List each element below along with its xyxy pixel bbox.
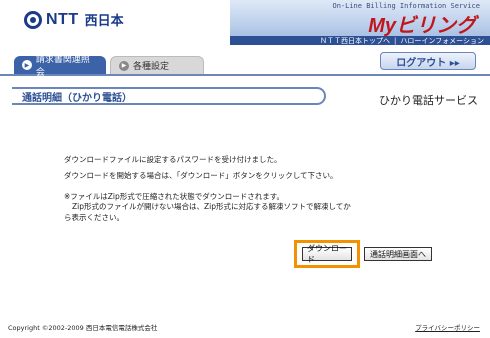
arrow-right-icon: ▶ — [119, 60, 129, 71]
page-title: 通話明細（ひかり電話） — [12, 87, 326, 105]
footer: Copyright ©2002-2009 西日本電信電話株式会社 プライバシーポ… — [0, 318, 490, 338]
download-button-highlight: ダウンロード — [294, 240, 360, 268]
message-download-instruction: ダウンロードを開始する場合は、「ダウンロード」ボタンをクリックして下さい。 — [64, 171, 338, 180]
download-button[interactable]: ダウンロード — [302, 244, 352, 264]
message-password-accepted: ダウンロードファイルに設定するパスワードを受け付けました。 — [64, 155, 282, 164]
tab-settings[interactable]: ▶ 各種設定 — [110, 56, 204, 74]
privacy-policy-link[interactable]: プライバシーポリシー — [415, 322, 480, 332]
header: NTT 西日本 On-Line Billing Information Serv… — [0, 0, 490, 45]
tab-billing-inquiry[interactable]: ▶ 請求書関連照会 — [14, 55, 106, 78]
copyright: Copyright ©2002-2009 西日本電信電話株式会社 — [8, 324, 158, 332]
link-hello-info[interactable]: ハローインフォメーション — [400, 36, 484, 46]
logo-text: NTT — [46, 10, 79, 28]
banner-title: Myビリング — [368, 15, 476, 37]
ntt-logo[interactable]: NTT 西日本 — [24, 10, 124, 29]
back-to-call-details-button[interactable]: 通話明細画面へ — [364, 247, 432, 261]
message-zip-help: Zip形式のファイルが開けない場合は、Zip形式に対応する解凍ソフトで解凍してか — [72, 202, 351, 211]
logout-button[interactable]: ログアウト ▸▸ — [380, 52, 476, 70]
message-zip-help-cont: ら表示ください。 — [64, 213, 124, 222]
logo-jp-text: 西日本 — [84, 14, 124, 29]
ntt-logo-icon — [24, 10, 42, 29]
link-separator: | — [393, 36, 397, 45]
header-links: ＮＴＴ西日本トップへ | ハローインフォメーション — [230, 36, 490, 45]
banner: On-Line Billing Information Service Myビリ… — [230, 0, 490, 45]
arrow-right-icon: ▶ — [22, 60, 32, 70]
tab-label: 請求書関連照会 — [35, 55, 90, 78]
tab-label: 各種設定 — [133, 62, 170, 72]
link-ntt-top[interactable]: ＮＴＴ西日本トップへ — [320, 36, 390, 46]
service-label: ひかり電話サービス — [379, 94, 478, 107]
nav-bar: ▶ 請求書関連照会 ▶ 各種設定 ログアウト ▸▸ — [0, 50, 490, 78]
